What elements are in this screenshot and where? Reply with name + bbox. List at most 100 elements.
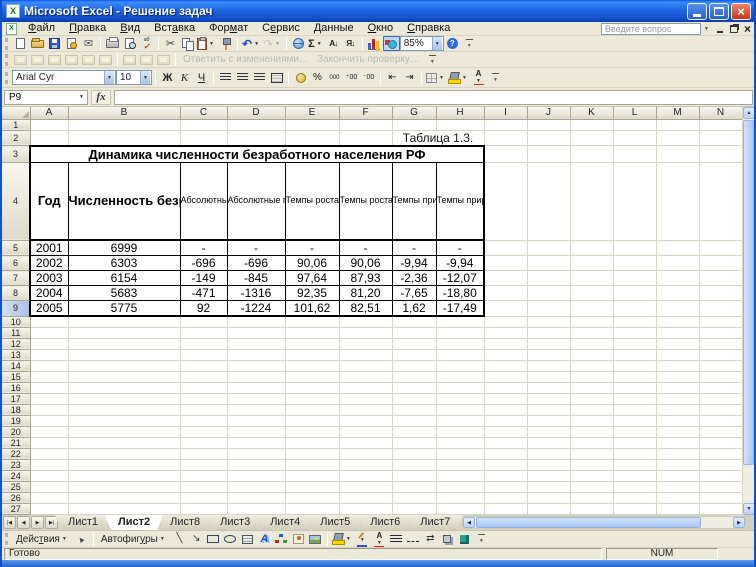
cell[interactable] xyxy=(527,404,570,415)
cell[interactable] xyxy=(699,271,742,286)
cell[interactable] xyxy=(30,130,68,146)
autoshapes-menu-button[interactable]: Автофигуры xyxy=(97,532,171,547)
cell[interactable] xyxy=(227,404,285,415)
cell[interactable] xyxy=(656,448,699,459)
cell[interactable] xyxy=(613,286,656,301)
row-header-23[interactable]: 23 xyxy=(2,459,30,470)
cell[interactable] xyxy=(227,130,285,146)
cell[interactable] xyxy=(613,437,656,448)
cell[interactable] xyxy=(436,481,484,492)
table-column-header[interactable]: Темпы роста, цепные, % xyxy=(285,162,339,240)
sheet-tab-6[interactable]: Лист5 xyxy=(307,515,363,530)
cell[interactable] xyxy=(436,503,484,514)
row-header-24[interactable]: 24 xyxy=(2,470,30,481)
cell[interactable] xyxy=(436,437,484,448)
undo-button[interactable]: ↶ xyxy=(241,36,262,51)
table-data-cell[interactable]: -696 xyxy=(227,256,285,271)
cell[interactable] xyxy=(180,503,227,514)
cell[interactable] xyxy=(227,371,285,382)
cell[interactable] xyxy=(68,470,180,481)
cell[interactable] xyxy=(30,119,68,130)
comma-style-button[interactable]: 000 xyxy=(326,70,343,85)
cell[interactable] xyxy=(570,371,613,382)
cell[interactable] xyxy=(570,256,613,271)
cell[interactable] xyxy=(613,301,656,317)
text-box-button[interactable] xyxy=(239,532,256,547)
decrease-decimal-button[interactable]: ⁻00 xyxy=(360,70,377,85)
cell[interactable] xyxy=(285,404,339,415)
cell[interactable] xyxy=(613,448,656,459)
column-header-D[interactable]: D xyxy=(227,107,285,119)
dropdown-arrow-icon[interactable] xyxy=(437,71,446,84)
cell[interactable] xyxy=(285,349,339,360)
cell[interactable] xyxy=(570,327,613,338)
cell[interactable] xyxy=(656,426,699,437)
cell[interactable] xyxy=(180,404,227,415)
clip-art-button[interactable] xyxy=(290,532,307,547)
cell[interactable] xyxy=(339,492,392,503)
window-minimize-icon[interactable] xyxy=(713,23,726,35)
cell[interactable] xyxy=(699,382,742,393)
row-header-9[interactable]: 9 xyxy=(2,301,30,317)
cell[interactable] xyxy=(68,426,180,437)
picture-button[interactable] xyxy=(307,532,324,547)
column-header-C[interactable]: C xyxy=(180,107,227,119)
cell[interactable] xyxy=(68,382,180,393)
cell[interactable] xyxy=(570,393,613,404)
table-data-cell[interactable]: 2004 xyxy=(30,286,68,301)
cell[interactable] xyxy=(656,393,699,404)
row-header-2[interactable]: 2 xyxy=(2,130,30,146)
font-size-combo[interactable]: 10 xyxy=(116,70,152,85)
cell[interactable] xyxy=(392,448,436,459)
toolbar-grip[interactable] xyxy=(5,72,9,84)
arrow-button[interactable]: ↘ xyxy=(188,532,205,547)
cell[interactable] xyxy=(339,415,392,426)
cell[interactable] xyxy=(570,404,613,415)
cell[interactable] xyxy=(527,349,570,360)
row-header-16[interactable]: 16 xyxy=(2,382,30,393)
cell[interactable] xyxy=(484,492,527,503)
table-data-cell[interactable]: - xyxy=(180,240,227,256)
table-data-cell[interactable]: 101,62 xyxy=(285,301,339,317)
cell[interactable] xyxy=(699,130,742,146)
cell[interactable] xyxy=(227,349,285,360)
cell[interactable] xyxy=(484,426,527,437)
cell[interactable] xyxy=(392,349,436,360)
arrow-style-button[interactable]: ⇄ xyxy=(422,532,439,547)
cell[interactable] xyxy=(285,448,339,459)
cell[interactable] xyxy=(484,240,527,256)
row-header-6[interactable]: 6 xyxy=(2,256,30,271)
toolbar-grip[interactable] xyxy=(5,38,9,50)
cell[interactable] xyxy=(527,146,570,163)
table-column-header[interactable]: Абсолютные приросты, цепные, тыс.чел. xyxy=(180,162,227,240)
cell[interactable] xyxy=(613,470,656,481)
cell[interactable] xyxy=(699,256,742,271)
cell[interactable] xyxy=(613,415,656,426)
cell[interactable] xyxy=(30,503,68,514)
cell[interactable] xyxy=(484,459,527,470)
cell[interactable] xyxy=(180,448,227,459)
cell[interactable] xyxy=(613,371,656,382)
cell[interactable] xyxy=(68,349,180,360)
cell[interactable] xyxy=(484,338,527,349)
cell[interactable] xyxy=(68,492,180,503)
cell[interactable] xyxy=(392,371,436,382)
cell[interactable] xyxy=(392,470,436,481)
cell[interactable] xyxy=(484,130,527,146)
sheet-tab-1[interactable]: Лист1 xyxy=(55,515,111,530)
cell[interactable] xyxy=(570,448,613,459)
cell[interactable] xyxy=(484,382,527,393)
cell[interactable] xyxy=(699,393,742,404)
cell[interactable] xyxy=(527,448,570,459)
row-header-7[interactable]: 7 xyxy=(2,271,30,286)
table-column-header[interactable]: Темпы роста, базисные, % xyxy=(339,162,392,240)
table-data-cell[interactable]: -696 xyxy=(180,256,227,271)
cell[interactable] xyxy=(570,470,613,481)
cell[interactable] xyxy=(30,371,68,382)
cell[interactable] xyxy=(180,426,227,437)
cell[interactable] xyxy=(656,286,699,301)
cell[interactable] xyxy=(180,349,227,360)
cell[interactable] xyxy=(392,393,436,404)
print-button[interactable] xyxy=(104,36,121,51)
cell[interactable] xyxy=(699,162,742,240)
